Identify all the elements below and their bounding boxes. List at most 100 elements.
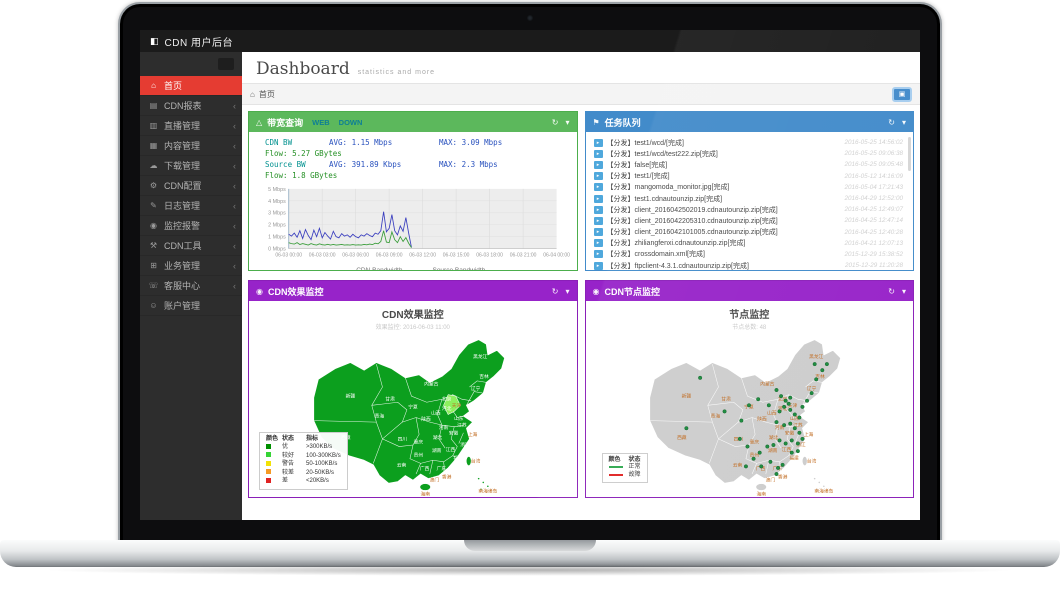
task-row[interactable]: ▸【分发】client_2016042101005.cdnautounzip.z…	[594, 227, 904, 238]
send-icon: ▸	[594, 139, 603, 147]
task-queue-panel-title: 任务队列	[605, 116, 641, 129]
sidebar-item-content-management[interactable]: ▦内容管理‹	[140, 136, 242, 156]
legend-item[interactable]: CDN Bandwidth	[340, 267, 402, 270]
svg-text:06-03 21:00: 06-03 21:00	[509, 252, 536, 258]
page-header: Dashboard statistics and more	[242, 52, 920, 83]
task-row[interactable]: ▸【分发】ftpclient-4.3.1.cdnautounzip.zip[完成…	[594, 260, 904, 270]
sidebar-item-account-management[interactable]: ☺账户管理	[140, 296, 242, 316]
breadcrumb: ⌂ 首页 ▣	[242, 83, 920, 105]
business-management-icon: ⊞	[148, 261, 159, 270]
task-name: 【分发】crossdomain.xml[完成]	[607, 249, 841, 259]
svg-text:5 Mbps: 5 Mbps	[268, 187, 286, 193]
color-swatch	[266, 478, 271, 483]
task-timestamp: 2016-05-25 09:05:48	[845, 161, 903, 168]
sidebar-item-home[interactable]: ⌂首页	[140, 76, 242, 96]
cdn-effect-panel-title: CDN效果监控	[268, 285, 324, 298]
send-icon: ▸	[594, 172, 603, 180]
sidebar-item-log-management[interactable]: ✎日志管理‹	[140, 196, 242, 216]
chevron-left-icon: ‹	[233, 161, 236, 171]
breadcrumb-item-home[interactable]: 首页	[259, 89, 275, 100]
task-queue-panel-header: ⚑ 任务队列 ↻ ▾	[586, 112, 914, 132]
node-map-subtitle: 节点总数: 48	[586, 322, 914, 331]
task-timestamp: 2016-05-25 09:06:38	[845, 150, 903, 157]
svg-text:海南: 海南	[420, 490, 430, 497]
task-row[interactable]: ▸【分发】zhiliangfenxi.cdnautounzip.zip[完成]2…	[594, 238, 904, 249]
legend-row: 较差20-50KB/s	[266, 469, 341, 478]
bandwidth-panel: △ 带宽查询 WEB DOWN ↻ ▾ CDN BWAVG: 1.15 Mbps…	[248, 111, 578, 271]
send-icon: ▸	[594, 150, 603, 158]
task-row[interactable]: ▸【分发】client_2016042205310.cdnautounzip.z…	[594, 215, 904, 226]
color-swatch	[266, 461, 271, 466]
task-row[interactable]: ▸【分发】test1/[完成]2016-05-12 14:16:09	[594, 171, 904, 182]
task-row[interactable]: ▸【分发】crossdomain.xml[完成]2015-12-29 15:38…	[594, 249, 904, 260]
collapse-icon[interactable]: ▾	[565, 287, 569, 296]
sidebar-item-cdn-config[interactable]: ⚙CDN配置‹	[140, 176, 242, 196]
svg-text:南海诸岛: 南海诸岛	[815, 487, 834, 494]
sidebar-item-label: CDN报表	[164, 99, 228, 112]
task-row[interactable]: ▸【分发】test1/wcd/[完成]2016-05-25 14:56:02	[594, 137, 904, 148]
refresh-icon[interactable]: ↻	[888, 287, 895, 296]
cdn-node-panel: ◉ CDN节点监控 ↻ ▾ 节点监控 节点总数: 48 新疆西藏青海甘肃内蒙古黑…	[585, 280, 915, 498]
web-link[interactable]: WEB	[312, 118, 330, 127]
legend-status: 故障	[629, 472, 641, 480]
collapse-icon[interactable]: ▾	[902, 118, 906, 127]
task-row[interactable]: ▸【分发】test1/wcd/test222.zip[完成]2016-05-25…	[594, 148, 904, 159]
legend-swatch	[340, 270, 353, 271]
sidebar-item-cdn-tools[interactable]: ⚒CDN工具‹	[140, 236, 242, 256]
sidebar-item-support-center[interactable]: ☏客服中心‹	[140, 276, 242, 296]
legend-color-cell	[266, 461, 282, 470]
chevron-left-icon: ‹	[233, 281, 236, 291]
task-queue-panel-body: ▸【分发】test1/wcd/[完成]2016-05-25 14:56:02▸【…	[586, 132, 914, 270]
widgets-button[interactable]: ▣	[892, 87, 912, 102]
legend-header-cell: 颜色	[266, 436, 282, 444]
collapse-icon[interactable]: ▾	[565, 118, 569, 127]
stat-flow: Flow: 1.8 GBytes	[265, 170, 337, 181]
chevron-left-icon: ‹	[233, 101, 236, 111]
task-name: 【分发】test1.cdnautounzip.zip[完成]	[607, 194, 841, 204]
legend-row: 故障	[609, 472, 641, 480]
collapse-icon[interactable]: ▾	[902, 287, 906, 296]
sidebar-item-business-management[interactable]: ⊞业务管理‹	[140, 256, 242, 276]
legend-color-cell	[266, 478, 282, 487]
svg-text:香港: 香港	[442, 474, 452, 481]
sidebar-item-live-management[interactable]: ▥直播管理‹	[140, 116, 242, 136]
account-management-icon: ☺	[148, 301, 159, 310]
task-row[interactable]: ▸【分发】test1.cdnautounzip.zip[完成]2016-04-2…	[594, 193, 904, 204]
svg-text:1 Mbps: 1 Mbps	[268, 235, 286, 241]
cdn-node-panel-title: CDN节点监控	[604, 285, 660, 298]
svg-text:台湾: 台湾	[807, 458, 817, 465]
svg-text:4 Mbps: 4 Mbps	[268, 199, 286, 205]
legend-metric: <20KB/s	[306, 478, 341, 486]
task-row[interactable]: ▸【分发】mangomoda_monitor.jpg[完成]2016-05-04…	[594, 182, 904, 193]
sidebar-toggle-button[interactable]	[218, 58, 234, 70]
task-row[interactable]: ▸【分发】client_2016042502019.cdnautounzip.z…	[594, 204, 904, 215]
chevron-left-icon: ‹	[233, 201, 236, 211]
cdn-reports-icon: ▤	[148, 101, 159, 110]
task-row[interactable]: ▸【分发】false[完成]2016-05-25 09:05:48	[594, 159, 904, 170]
refresh-icon[interactable]: ↻	[552, 287, 559, 296]
task-name: 【分发】test1/[完成]	[607, 171, 841, 181]
svg-text:06-03 12:00: 06-03 12:00	[409, 252, 436, 258]
refresh-icon[interactable]: ↻	[552, 118, 559, 127]
svg-text:上海: 上海	[804, 431, 814, 438]
svg-text:06-03 03:00: 06-03 03:00	[309, 252, 336, 258]
svg-text:海南: 海南	[757, 490, 767, 497]
task-timestamp: 2016-04-29 12:52:00	[845, 195, 903, 202]
task-name: 【分发】false[完成]	[607, 160, 841, 170]
refresh-icon[interactable]: ↻	[888, 118, 895, 127]
sidebar-item-cdn-reports[interactable]: ▤ CDN报表 ‹	[140, 96, 242, 116]
sidebar-item-monitor-alerts[interactable]: ◉监控报警‹	[140, 216, 242, 236]
sidebar: ⌂首页 ▤ CDN报表 ‹ ▥直播管理‹▦内容管理‹☁下载管理‹⚙CDN配置‹✎日志管理…	[140, 52, 242, 520]
send-icon: ▸	[594, 206, 603, 214]
home-icon: ⌂	[148, 81, 159, 90]
tasks-scrollbar[interactable]	[908, 137, 911, 171]
page-subtitle: statistics and more	[358, 69, 435, 76]
bandwidth-chart-legend: CDN Bandwidth Source Bandwidth	[249, 267, 577, 270]
task-timestamp: 2016-05-25 14:56:02	[845, 139, 903, 146]
svg-text:06-03 15:00: 06-03 15:00	[443, 252, 470, 258]
sidebar-item-download-management[interactable]: ☁下载管理‹	[140, 156, 242, 176]
legend-header-cell: 颜色	[609, 457, 629, 465]
svg-text:2 Mbps: 2 Mbps	[268, 223, 286, 229]
legend-item[interactable]: Source Bandwidth	[416, 267, 485, 270]
down-link[interactable]: DOWN	[339, 118, 363, 127]
